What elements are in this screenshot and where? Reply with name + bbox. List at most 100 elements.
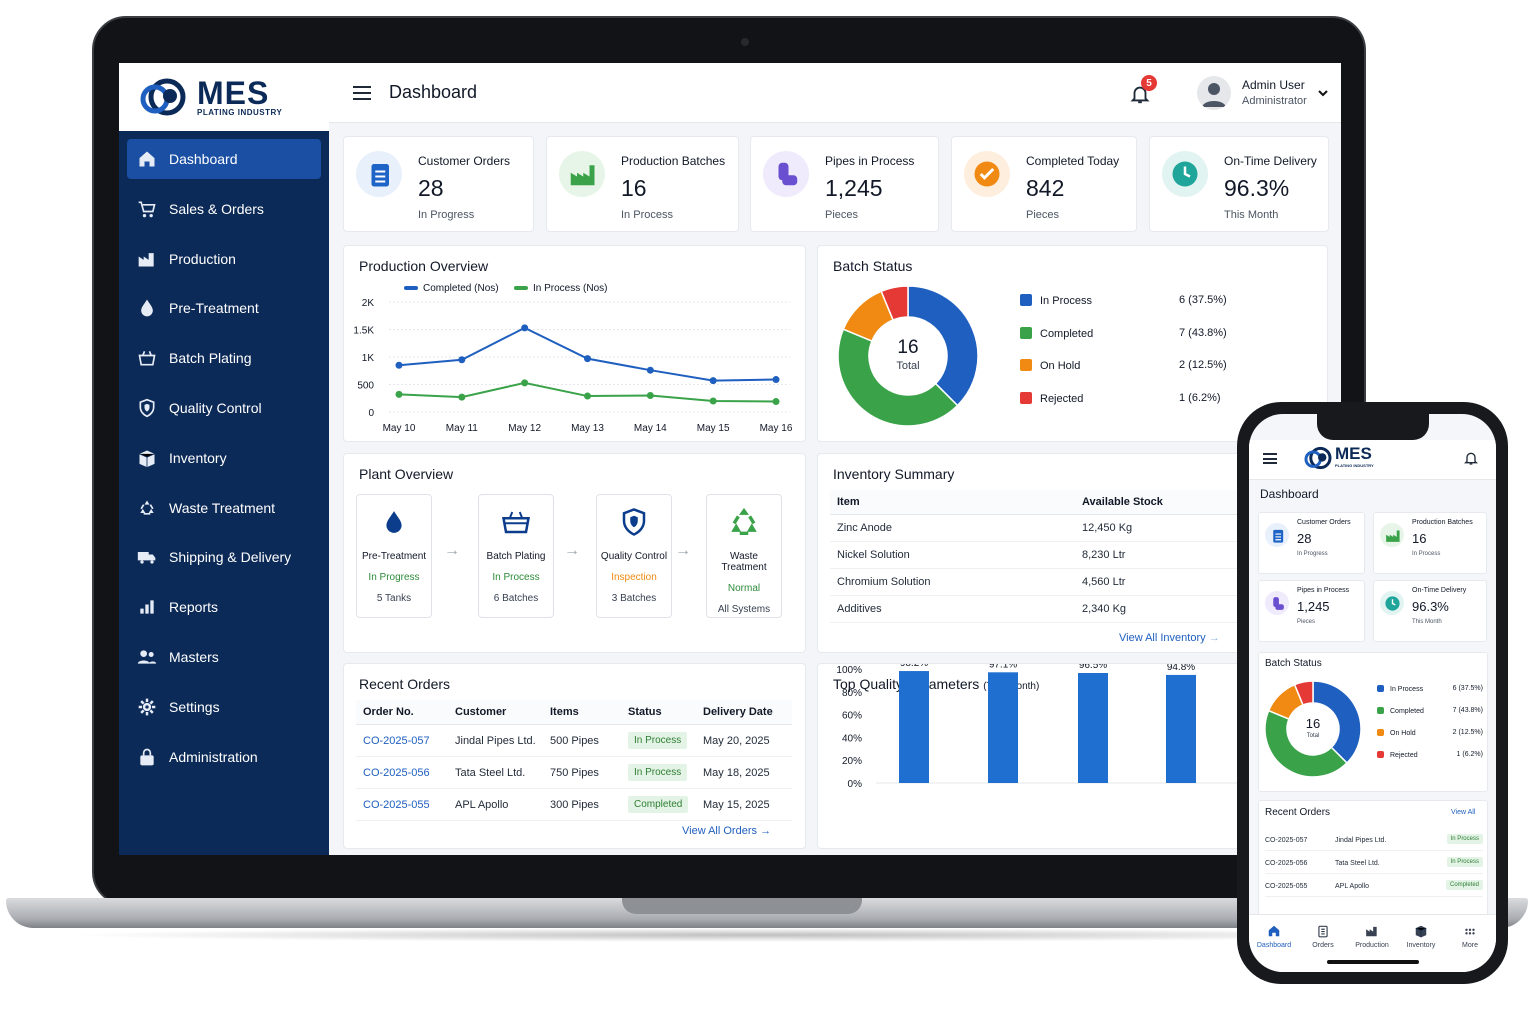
table-row[interactable]: CO-2025-056 Tata Steel Ltd. 750 Pipes In Pr…	[356, 756, 792, 789]
table-row[interactable]: CO-2025-055 APL Apollo 300 Pipes Completed M…	[356, 788, 792, 821]
stat-card[interactable]: Completed Today 842 Pieces	[951, 136, 1137, 232]
desktop-app: MES PLATING INDUSTRY Dashboard Sales & Or…	[119, 63, 1341, 855]
data-point[interactable]	[395, 361, 403, 369]
sidebar-item-shipping-delivery[interactable]: Shipping & Delivery	[127, 537, 321, 577]
user-name[interactable]: Admin User	[1242, 78, 1305, 92]
bar[interactable]	[1078, 672, 1108, 783]
arrow-right-icon: →	[1208, 632, 1220, 644]
arrow-right-icon: →	[760, 825, 772, 837]
data-point[interactable]	[772, 376, 780, 384]
stat-card[interactable]: Production Batches 16 In Process	[546, 136, 739, 232]
mobile-stat-card[interactable]: Customer Orders 28 In Progress	[1258, 512, 1365, 574]
notification-bell-icon[interactable]	[1463, 450, 1479, 466]
legend-label: Completed	[1040, 327, 1094, 340]
status-badge: In Process	[628, 732, 688, 749]
data-point[interactable]	[646, 366, 654, 374]
data-point[interactable]	[772, 398, 780, 406]
table-row[interactable]: CO-2025-057 Jindal Pipes Ltd. 500 Pipes In …	[356, 724, 792, 757]
clipboard-icon	[1265, 523, 1289, 547]
list-item[interactable]: CO-2025-056 Tata Steel Ltd. In Process	[1265, 854, 1483, 874]
plant-stage-batch-plating[interactable]: Batch Plating In Process 6 Batches	[478, 494, 554, 618]
data-point[interactable]	[646, 392, 654, 399]
stat-subtitle: In Progress	[1297, 551, 1328, 557]
mobile-stat-card[interactable]: Production Batches 16 In Process	[1373, 512, 1487, 574]
card-title: Batch Status	[1265, 658, 1322, 669]
y-tick-label: 1.5K	[353, 326, 374, 337]
shield-icon	[597, 495, 671, 549]
order-link[interactable]: CO-2025-056	[363, 767, 430, 779]
view-all-link[interactable]: View All	[1451, 809, 1475, 816]
bar-data-label: 94.8%	[1167, 664, 1195, 673]
sidebar-item-inventory[interactable]: Inventory	[127, 438, 321, 478]
data-point[interactable]	[709, 377, 717, 385]
order-link[interactable]: CO-2025-055	[363, 799, 430, 811]
legend-value: 7 (43.8%)	[1179, 326, 1227, 339]
bar[interactable]	[1166, 674, 1196, 783]
data-point[interactable]	[458, 356, 466, 364]
sidebar-item-production[interactable]: Production	[127, 239, 321, 279]
stat-subtitle: Pieces	[1026, 209, 1060, 221]
sidebar-item-batch-plating[interactable]: Batch Plating	[127, 338, 321, 378]
plant-stage-quality-control[interactable]: Quality Control Inspection 3 Batches	[596, 494, 672, 618]
order-number: CO-2025-056	[1265, 860, 1308, 867]
brand-logo[interactable]: MES PLATING INDUSTRY	[119, 63, 329, 131]
plant-stage-pre-treatment[interactable]: Pre-Treatment In Progress 5 Tanks	[356, 494, 432, 618]
data-point[interactable]	[584, 355, 591, 363]
table-cell: Completed	[621, 788, 696, 821]
sidebar-nav: Dashboard Sales & Orders Production Pre-Tre…	[119, 131, 329, 777]
legend-swatch	[1377, 751, 1384, 758]
sidebar-item-masters[interactable]: Masters	[127, 637, 321, 677]
mobile-stat-card[interactable]: On-Time Delivery 96.3% This Month	[1373, 580, 1487, 642]
plant-stage-waste-treatment[interactable]: Waste Treatment Normal All Systems	[706, 494, 782, 618]
sidebar-item-quality-control[interactable]: Quality Control	[127, 388, 321, 428]
mobile-nav-orders[interactable]: Orders	[1299, 923, 1347, 949]
lock-icon	[137, 747, 157, 767]
order-number: CO-2025-055	[1265, 883, 1308, 890]
stat-card[interactable]: Pipes in Process 1,245 Pieces	[750, 136, 939, 232]
stat-card[interactable]: Customer Orders 28 In Progress	[343, 136, 534, 232]
bar[interactable]	[988, 672, 1018, 783]
view-all-orders-link[interactable]: View All Orders →	[682, 825, 771, 837]
sidebar-item-administration[interactable]: Administration	[127, 737, 321, 777]
data-point[interactable]	[458, 393, 466, 401]
production-line-chart: 0 500 1K 1.5K 2K May 10 May 11 May 12 May 13 May …	[353, 283, 792, 434]
legend-swatch	[1377, 707, 1384, 714]
brand-tagline: PLATING INDUSTRY	[1335, 463, 1374, 468]
list-item[interactable]: CO-2025-055 APL Apollo Completed	[1265, 877, 1483, 897]
mobile-nav-production[interactable]: Production	[1348, 923, 1396, 949]
sidebar: MES PLATING INDUSTRY Dashboard Sales & Or…	[119, 63, 329, 855]
menu-icon[interactable]	[353, 85, 371, 100]
mobile-nav-inventory[interactable]: Inventory	[1397, 923, 1445, 949]
sidebar-item-pre-treatment[interactable]: Pre-Treatment	[127, 288, 321, 328]
chevron-down-icon[interactable]	[1317, 87, 1329, 99]
sidebar-item-sales-orders[interactable]: Sales & Orders	[127, 189, 321, 229]
sidebar-item-dashboard[interactable]: Dashboard	[127, 139, 321, 179]
data-point[interactable]	[521, 324, 529, 332]
table-cell: CO-2025-057	[356, 724, 448, 757]
menu-icon[interactable]	[1263, 453, 1277, 464]
list-item[interactable]: CO-2025-057 Jindal Pipes Ltd. In Process	[1265, 831, 1483, 851]
data-point[interactable]	[521, 379, 529, 387]
avatar[interactable]	[1197, 76, 1231, 110]
brand-name: MES	[197, 74, 270, 111]
mobile-nav-more[interactable]: More	[1446, 923, 1494, 949]
data-point[interactable]	[584, 392, 591, 400]
stat-value: 1,245	[825, 175, 883, 201]
table-cell: 750 Pipes	[543, 756, 621, 789]
view-all-inventory-link[interactable]: View All Inventory →	[1119, 632, 1220, 644]
y-tick-label: 1K	[362, 353, 375, 364]
stat-card[interactable]: On-Time Delivery 96.3% This Month	[1149, 136, 1329, 232]
sidebar-item-settings[interactable]: Settings	[127, 687, 321, 727]
data-point[interactable]	[395, 390, 403, 398]
mobile-nav-dashboard[interactable]: Dashboard	[1250, 923, 1298, 949]
y-tick-label: 80%	[842, 688, 862, 699]
legend-item: On Hold 2 (12.5%)	[1377, 729, 1483, 737]
sidebar-item-waste-treatment[interactable]: Waste Treatment	[127, 488, 321, 528]
data-point[interactable]	[709, 397, 717, 405]
sidebar-item-reports[interactable]: Reports	[127, 587, 321, 627]
user-role: Administrator	[1242, 95, 1307, 107]
bar[interactable]	[899, 671, 929, 783]
status-badge: Completed	[1445, 880, 1483, 890]
order-link[interactable]: CO-2025-057	[363, 735, 430, 747]
mobile-stat-card[interactable]: Pipes in Process 1,245 Pieces	[1258, 580, 1365, 642]
